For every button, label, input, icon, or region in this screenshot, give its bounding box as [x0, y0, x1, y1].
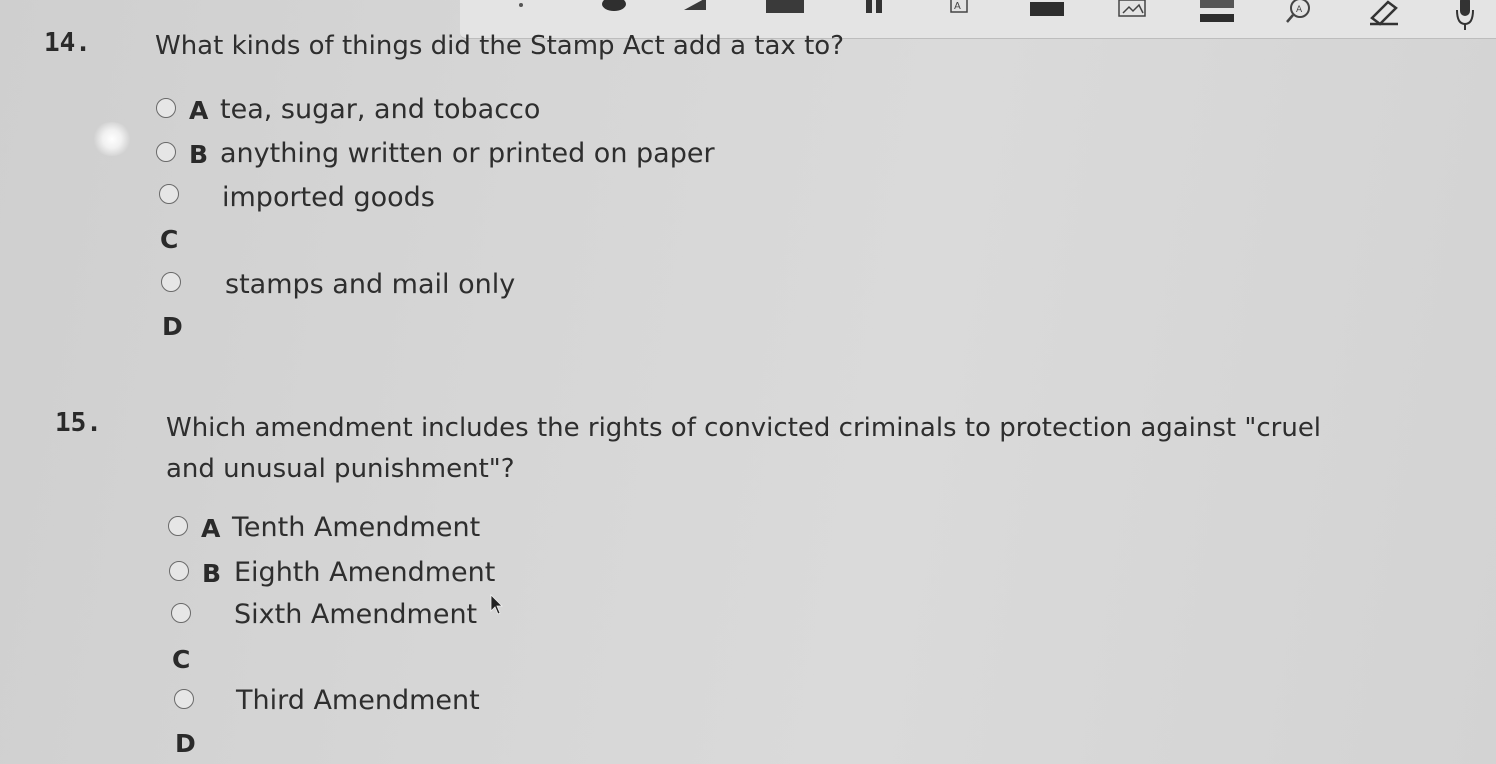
radio-button[interactable]	[161, 272, 181, 292]
svg-text:A: A	[1296, 5, 1303, 15]
option-letter: C	[160, 225, 179, 254]
microphone-icon[interactable]	[1454, 0, 1476, 32]
search-icon[interactable]: A	[1284, 0, 1314, 26]
highlight-bar-icon[interactable]	[682, 0, 708, 12]
mouse-cursor-icon	[490, 594, 504, 620]
option-letter: A	[201, 514, 221, 543]
eraser-pen-icon[interactable]	[1366, 0, 1402, 26]
option-letter: A	[189, 96, 209, 125]
radio-button[interactable]	[168, 516, 188, 536]
question-number: 14.	[44, 28, 91, 58]
question-text-line-1: Which amendment includes the rights of c…	[166, 413, 1322, 443]
question-number: 15.	[55, 408, 102, 438]
pointer-icon[interactable]	[518, 2, 524, 8]
radio-button[interactable]	[171, 603, 191, 623]
option-text[interactable]: anything written or printed on paper	[220, 138, 715, 169]
strikeout-icon[interactable]	[1118, 0, 1148, 18]
option-letter: C	[172, 645, 191, 674]
option-text[interactable]: tea, sugar, and tobacco	[220, 94, 540, 125]
image-icon[interactable]	[1030, 0, 1066, 16]
option-letter: B	[202, 559, 222, 588]
option-text[interactable]: Sixth Amendment	[234, 599, 477, 630]
play-icon[interactable]	[600, 0, 628, 12]
option-text[interactable]: Eighth Amendment	[234, 557, 495, 588]
radio-button[interactable]	[156, 98, 176, 118]
radio-button[interactable]	[159, 184, 179, 204]
question-text: What kinds of things did the Stamp Act a…	[155, 31, 844, 61]
option-text[interactable]: Third Amendment	[236, 685, 480, 716]
image-block-icon[interactable]: A	[948, 0, 970, 14]
radio-button[interactable]	[169, 561, 189, 581]
screen-glare	[92, 122, 132, 156]
option-text[interactable]: imported goods	[222, 182, 435, 213]
option-letter: D	[175, 729, 196, 758]
text-box-icon[interactable]	[864, 0, 886, 14]
question-text-line-2: and unusual punishment"?	[166, 454, 515, 484]
radio-button[interactable]	[156, 142, 176, 162]
pause-icon[interactable]	[766, 0, 806, 14]
option-text[interactable]: Tenth Amendment	[232, 512, 480, 543]
option-text[interactable]: stamps and mail only	[225, 269, 515, 300]
radio-button[interactable]	[174, 689, 194, 709]
option-letter: D	[162, 312, 183, 341]
svg-text:A: A	[954, 1, 961, 12]
magnify-icon[interactable]	[1198, 0, 1238, 24]
option-letter: B	[189, 140, 209, 169]
